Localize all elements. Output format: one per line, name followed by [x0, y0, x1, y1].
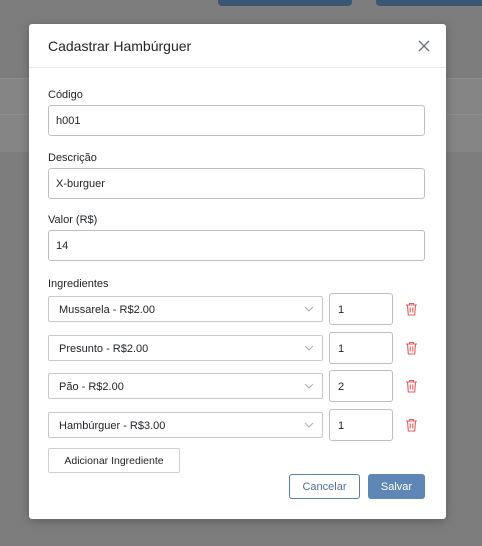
- ingredient-row: Hambúrguer - R$3.00 1: [48, 409, 425, 443]
- trash-icon[interactable]: [405, 341, 418, 355]
- ingredient-select[interactable]: Mussarela - R$2.00: [48, 296, 323, 322]
- ingredient-row: Mussarela - R$2.00 1: [48, 293, 425, 327]
- close-icon[interactable]: [416, 38, 432, 54]
- ingredient-quantity-value: 1: [338, 343, 345, 355]
- description-input[interactable]: [48, 168, 425, 199]
- trash-icon[interactable]: [405, 302, 418, 316]
- price-label: Valor (R$): [48, 214, 98, 226]
- trash-icon[interactable]: [405, 379, 418, 393]
- ingredient-select-value: Presunto - R$2.00: [59, 343, 149, 355]
- ingredient-quantity-input[interactable]: 1: [329, 293, 393, 325]
- add-ingredient-button[interactable]: Adicionar Ingrediente: [48, 448, 180, 473]
- ingredient-row: Pão - R$2.00 2: [48, 370, 425, 404]
- ingredient-quantity-value: 2: [338, 381, 345, 393]
- save-button[interactable]: Salvar: [368, 474, 425, 499]
- background-button: [218, 0, 352, 6]
- trash-icon[interactable]: [405, 418, 418, 432]
- cancel-button[interactable]: Cancelar: [289, 474, 360, 499]
- ingredients-label: Ingredientes: [48, 278, 109, 290]
- modal-title: Cadastrar Hambúrguer: [48, 38, 192, 54]
- code-input[interactable]: [48, 105, 425, 136]
- modal-header: Cadastrar Hambúrguer: [29, 24, 446, 68]
- code-label: Código: [48, 89, 83, 101]
- ingredient-select-value: Hambúrguer - R$3.00: [59, 420, 166, 432]
- description-label: Descrição: [48, 152, 97, 164]
- chevron-down-icon: [304, 383, 314, 389]
- ingredient-quantity-input[interactable]: 1: [329, 409, 393, 441]
- chevron-down-icon: [304, 422, 314, 428]
- ingredient-select[interactable]: Hambúrguer - R$3.00: [48, 412, 323, 438]
- ingredient-select-value: Pão - R$2.00: [59, 381, 124, 393]
- price-input[interactable]: [48, 230, 425, 261]
- ingredient-quantity-value: 1: [338, 304, 345, 316]
- ingredient-quantity-input[interactable]: 1: [329, 332, 393, 364]
- ingredient-quantity-input[interactable]: 2: [329, 370, 393, 402]
- ingredient-select[interactable]: Pão - R$2.00: [48, 373, 323, 399]
- chevron-down-icon: [304, 345, 314, 351]
- ingredient-select[interactable]: Presunto - R$2.00: [48, 335, 323, 361]
- background-button: [376, 0, 482, 6]
- ingredient-quantity-value: 1: [338, 420, 345, 432]
- ingredient-row: Presunto - R$2.00 1: [48, 332, 425, 366]
- register-burger-modal: Cadastrar Hambúrguer Código Descrição Va…: [29, 24, 446, 519]
- ingredient-select-value: Mussarela - R$2.00: [59, 304, 155, 316]
- chevron-down-icon: [304, 306, 314, 312]
